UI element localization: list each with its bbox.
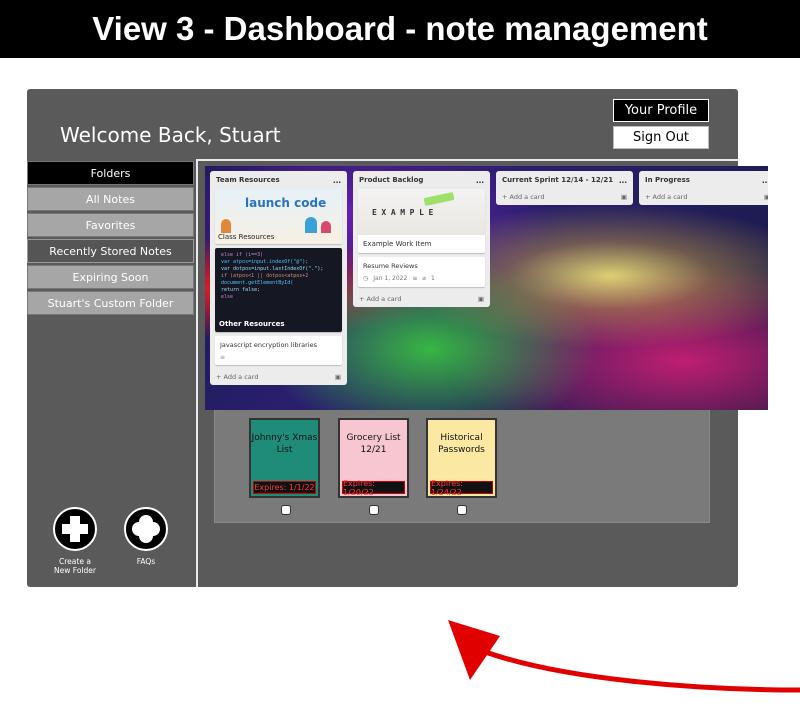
red-arrow-annotation [448, 620, 800, 693]
arrow-shaft [479, 647, 800, 693]
arrow-head [448, 620, 500, 680]
